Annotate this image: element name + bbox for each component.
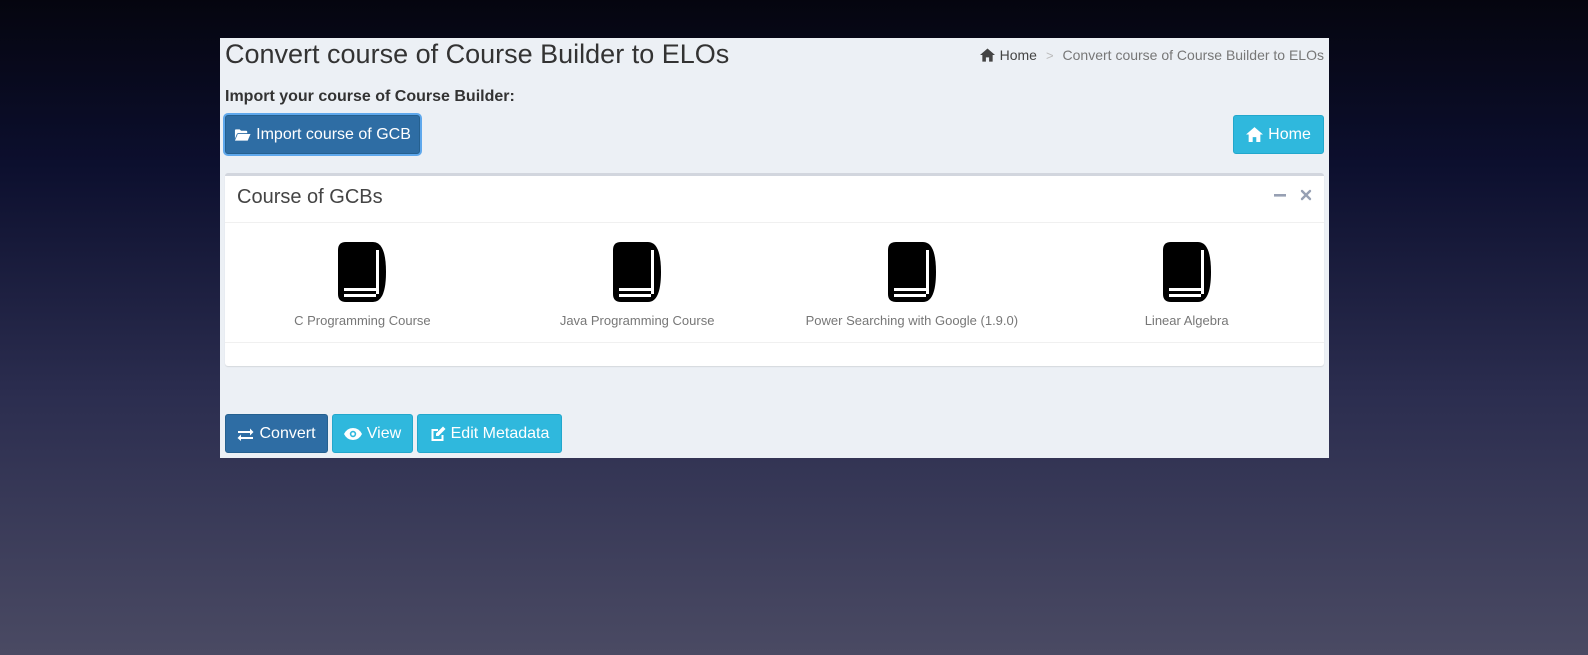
course-label: Linear Algebra	[1144, 313, 1229, 328]
page-title: Convert course of Course Builder to ELOs	[225, 39, 730, 69]
box-tools	[1274, 189, 1312, 201]
convert-button[interactable]: Convert	[225, 414, 328, 453]
home-button[interactable]: Home	[1233, 115, 1324, 154]
minus-icon	[1274, 194, 1286, 197]
courses-box-footer	[225, 342, 1324, 366]
book-icon	[338, 242, 387, 302]
eye-icon	[343, 427, 362, 440]
view-button[interactable]: View	[332, 414, 413, 453]
folder-open-icon	[235, 128, 251, 141]
course-item[interactable]: C Programming Course	[225, 242, 500, 328]
edit-metadata-button[interactable]: Edit Metadata	[417, 414, 562, 453]
course-grid: C Programming Course Java Programming Co…	[225, 242, 1324, 328]
view-button-label: View	[366, 424, 402, 442]
courses-box: Course of GCBs C Programming Course Java…	[225, 173, 1324, 366]
course-label: Java Programming Course	[559, 313, 715, 328]
import-label: Import your course of Course Builder:	[225, 88, 515, 105]
breadcrumb-home-link[interactable]: Home	[979, 47, 1037, 63]
close-icon	[1300, 189, 1312, 201]
import-course-button-label: Import course of GCB	[256, 125, 411, 143]
home-icon	[1246, 127, 1264, 142]
courses-box-header: Course of GCBs	[225, 176, 1324, 223]
breadcrumb-current: Convert course of Course Builder to ELOs	[1062, 47, 1324, 63]
breadcrumb-home-label: Home	[999, 47, 1037, 63]
book-icon	[887, 242, 936, 302]
course-label: C Programming Course	[294, 313, 431, 328]
exchange-icon	[237, 428, 254, 441]
home-button-label: Home	[1268, 125, 1311, 143]
home-icon	[979, 48, 995, 62]
breadcrumb-separator: >	[1045, 47, 1054, 63]
collapse-button[interactable]	[1274, 189, 1286, 201]
convert-button-label: Convert	[259, 424, 316, 442]
import-course-button[interactable]: Import course of GCB	[225, 115, 420, 154]
course-item[interactable]: Linear Algebra	[1049, 242, 1324, 328]
book-icon	[1162, 242, 1211, 302]
course-label: Power Searching with Google (1.9.0)	[805, 313, 1019, 328]
courses-box-title: Course of GCBs	[237, 186, 383, 208]
course-item[interactable]: Power Searching with Google (1.9.0)	[775, 242, 1050, 328]
edit-metadata-button-label: Edit Metadata	[450, 424, 550, 442]
course-item[interactable]: Java Programming Course	[500, 242, 775, 328]
book-icon	[613, 242, 662, 302]
breadcrumb: Home > Convert course of Course Builder …	[979, 47, 1324, 63]
remove-button[interactable]	[1300, 189, 1312, 201]
edit-icon	[431, 426, 446, 441]
app-window: Convert course of Course Builder to ELOs…	[220, 38, 1329, 458]
